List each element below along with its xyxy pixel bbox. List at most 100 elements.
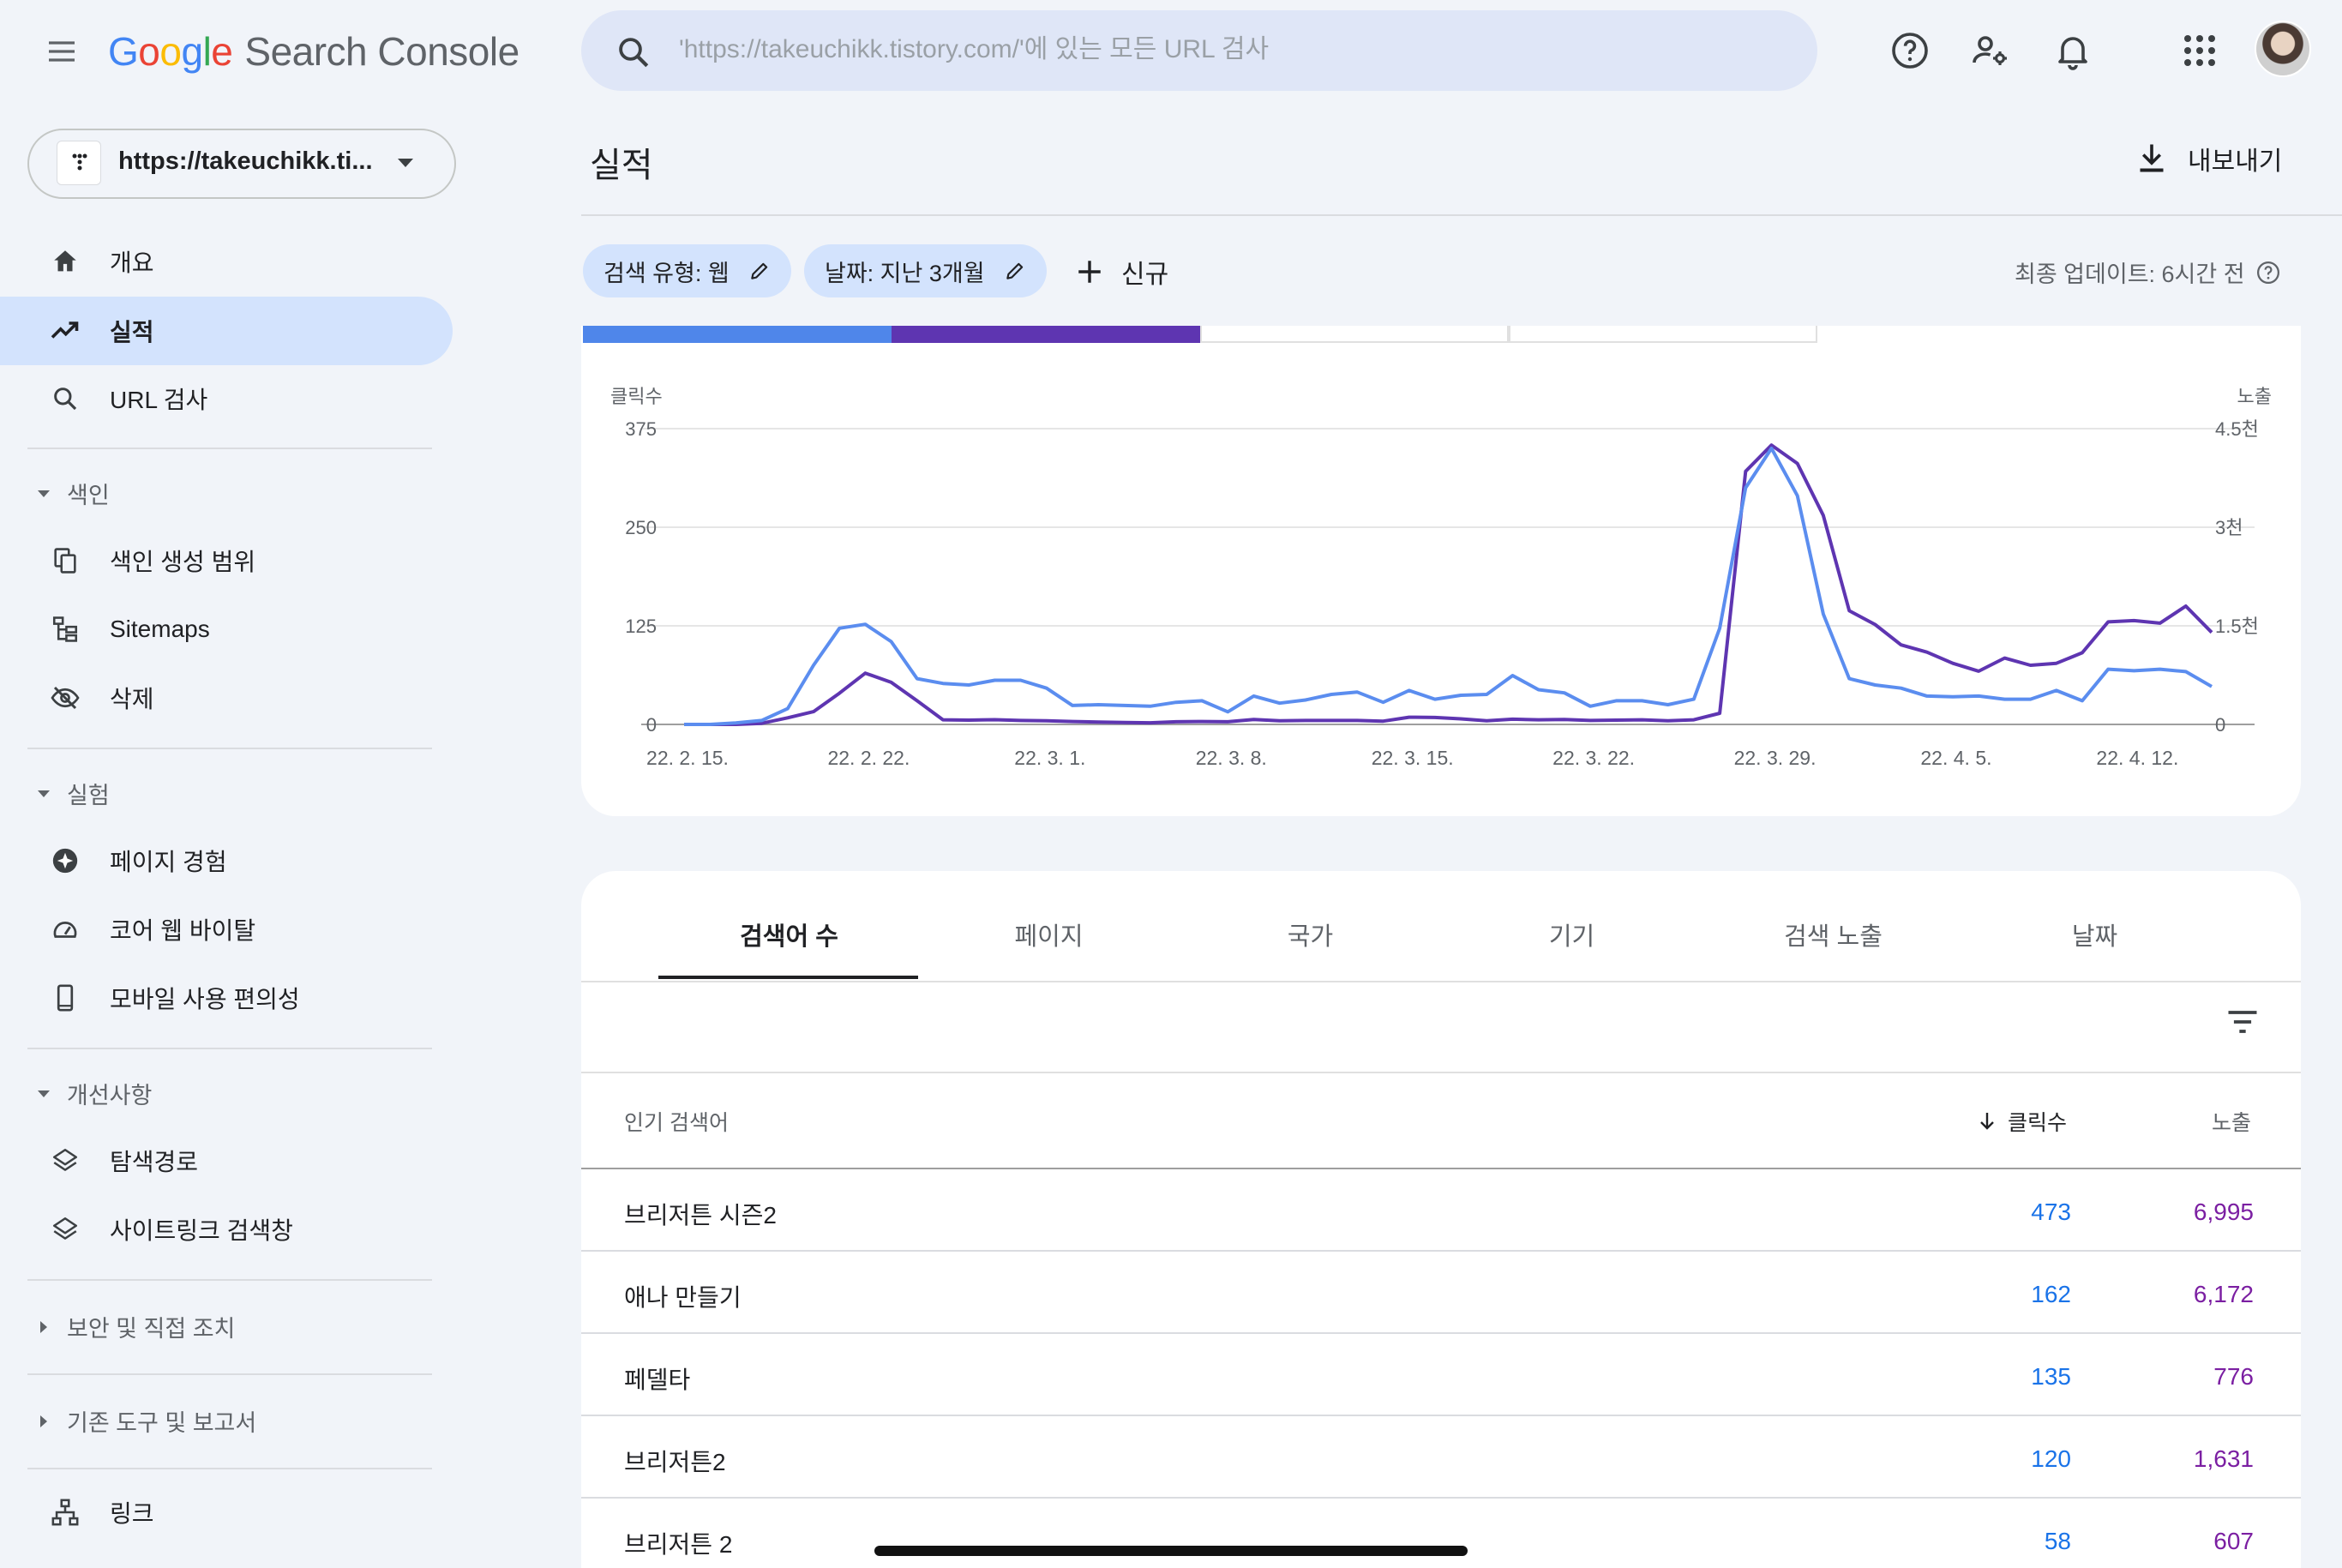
tab-devices[interactable]: 기기 bbox=[1441, 892, 1702, 977]
x-tick-label: 22. 3. 1. bbox=[1014, 747, 1085, 769]
sidebar-item-breadcrumbs[interactable]: 탐색경로 bbox=[0, 1126, 453, 1195]
section-label: 실험 bbox=[67, 783, 110, 808]
caret-right-icon bbox=[34, 1412, 53, 1431]
sidebar-section-enhancements[interactable]: 개선사항 bbox=[34, 1077, 152, 1110]
chevron-down-icon[interactable] bbox=[394, 154, 417, 171]
sidebar-item-removals[interactable]: 삭제 bbox=[0, 664, 453, 732]
plus-icon bbox=[1078, 261, 1101, 283]
export-button[interactable]: 내보내기 bbox=[2136, 137, 2282, 180]
table-row[interactable]: 브리저튼2 120 1,631 bbox=[581, 1416, 2301, 1499]
sidebar-section-legacy[interactable]: 기존 도구 및 보고서 bbox=[34, 1404, 256, 1438]
tabs-divider bbox=[581, 981, 2301, 982]
x-tick-label: 22. 3. 15. bbox=[1372, 747, 1454, 769]
notifications-bell-icon[interactable] bbox=[2052, 30, 2093, 71]
sidebar-section-index[interactable]: 색인 bbox=[34, 477, 110, 510]
sidebar-item-coverage[interactable]: 색인 생성 범위 bbox=[0, 526, 453, 595]
account-avatar[interactable] bbox=[2255, 21, 2311, 77]
y-tick-right-label: 4.5천 bbox=[2215, 418, 2259, 440]
x-tick-label: 22. 3. 29. bbox=[1734, 747, 1817, 769]
clicks-series-line bbox=[684, 447, 2213, 726]
layers-icon bbox=[50, 1145, 81, 1176]
column-header-impressions[interactable]: 노출 bbox=[2212, 1106, 2251, 1137]
help-icon[interactable] bbox=[2255, 260, 2281, 285]
tab-pages[interactable]: 페이지 bbox=[918, 892, 1180, 977]
sidebar-section-experience[interactable]: 실험 bbox=[34, 777, 110, 810]
impressions-series-line bbox=[684, 443, 2213, 726]
sidebar-item-sitelinks-searchbox[interactable]: 사이트링크 검색창 bbox=[0, 1195, 453, 1264]
filter-divider bbox=[581, 1072, 2301, 1073]
sidebar-section-security[interactable]: 보안 및 직접 조치 bbox=[34, 1310, 235, 1343]
manage-users-icon[interactable] bbox=[1970, 30, 2011, 71]
sidebar-divider bbox=[27, 748, 432, 749]
sidebar-divider bbox=[27, 1048, 432, 1049]
table-row[interactable]: 애나 만들기 162 6,172 bbox=[581, 1252, 2301, 1334]
sidebar-item-performance[interactable]: 실적 bbox=[0, 297, 453, 365]
main-menu-button[interactable] bbox=[45, 34, 79, 69]
x-tick-label: 22. 2. 22. bbox=[827, 747, 910, 769]
filter-chip-search-type[interactable]: 검색 유형: 웹 bbox=[583, 244, 791, 297]
tab-search-appearance[interactable]: 검색 노출 bbox=[1702, 892, 1964, 977]
sidebar-divider bbox=[27, 448, 432, 449]
sidebar-item-label: 개요 bbox=[110, 249, 154, 276]
help-icon[interactable] bbox=[1889, 30, 1931, 71]
tab-countries[interactable]: 국가 bbox=[1180, 892, 1441, 977]
y-tick-label: 125 bbox=[625, 616, 657, 637]
column-header-query[interactable]: 인기 검색어 bbox=[624, 1106, 729, 1137]
impressions-cell: 6,172 bbox=[2193, 1281, 2254, 1307]
query-cell: 페델타 bbox=[624, 1367, 691, 1393]
clicks-cell: 473 bbox=[2031, 1199, 2071, 1225]
property-url: https://takeuchikk.ti... bbox=[118, 147, 373, 175]
x-axis-ticks: 22. 2. 15. 22. 2. 22. 22. 3. 1. 22. 3. 8. 22… bbox=[646, 747, 2178, 769]
sidebar-item-label: URL 검사 bbox=[110, 387, 208, 413]
metric-card-impressions-strip[interactable] bbox=[892, 326, 1200, 343]
table-row[interactable]: 브리저튼 시즌2 473 6,995 bbox=[581, 1169, 2301, 1252]
y-tick-label: 0 bbox=[646, 714, 657, 736]
metric-card-clicks-strip[interactable] bbox=[583, 326, 892, 343]
sidebar-item-sitemaps[interactable]: Sitemaps bbox=[0, 595, 453, 664]
mobile-icon bbox=[50, 982, 81, 1013]
export-label: 내보내기 bbox=[2188, 147, 2283, 176]
impressions-cell: 6,995 bbox=[2193, 1199, 2254, 1225]
sidebar-divider bbox=[27, 1373, 432, 1375]
sidebar-item-url-inspection[interactable]: URL 검사 bbox=[0, 364, 453, 433]
sidebar-item-page-experience[interactable]: 페이지 경험 bbox=[0, 826, 453, 895]
impressions-cell: 776 bbox=[2213, 1363, 2254, 1390]
column-header-clicks[interactable]: 클릭수 bbox=[1977, 1106, 2067, 1137]
filter-chip-date[interactable]: 날짜: 지난 3개월 bbox=[804, 244, 1047, 297]
sidebar-item-mobile-usability[interactable]: 모바일 사용 편의성 bbox=[0, 964, 453, 1032]
sidebar-item-core-web-vitals[interactable]: 코어 웹 바이탈 bbox=[0, 895, 453, 964]
sidebar-item-overview[interactable]: 개요 bbox=[0, 227, 453, 296]
edit-pencil-icon bbox=[750, 262, 767, 279]
x-tick-label: 22. 4. 5. bbox=[1920, 747, 1991, 769]
header-divider bbox=[581, 214, 2342, 216]
sidebar-item-links[interactable]: 링크 bbox=[0, 1478, 453, 1547]
new-filter-button[interactable]: 신규 bbox=[1075, 249, 1168, 295]
caret-down-icon bbox=[34, 484, 53, 503]
page-title: 실적 bbox=[590, 147, 653, 184]
app-logo[interactable]: Google Search Console bbox=[108, 26, 519, 77]
section-label: 기존 도구 및 보고서 bbox=[67, 1410, 257, 1436]
performance-line-chart[interactable]: 클릭수 노출 375 250 125 0 4.5천 3천 1.5천 0 22. 2. 15.… bbox=[581, 369, 2301, 780]
last-updated-text: 최종 업데이트: 6시간 전 bbox=[2015, 261, 2245, 287]
y-tick-label: 375 bbox=[625, 418, 657, 440]
filter-list-icon[interactable] bbox=[2224, 1003, 2261, 1041]
y-axis-right-ticks: 4.5천 3천 1.5천 0 bbox=[2215, 418, 2259, 736]
speed-icon bbox=[50, 914, 81, 945]
apps-grid-icon[interactable] bbox=[2179, 30, 2220, 71]
metric-card-position-strip[interactable] bbox=[1509, 326, 1817, 343]
metric-card-ctr-strip[interactable] bbox=[1200, 326, 1509, 343]
page-experience-icon bbox=[50, 845, 81, 876]
tab-dates[interactable]: 날짜 bbox=[1964, 892, 2225, 977]
pages-icon bbox=[50, 545, 81, 576]
chip-label: 날짜: 지난 3개월 bbox=[825, 260, 985, 286]
table-row[interactable]: 브리저튼 2 58 607 bbox=[581, 1499, 2301, 1568]
table-row[interactable]: 페델타 135 776 bbox=[581, 1334, 2301, 1416]
search-input[interactable] bbox=[679, 26, 1708, 74]
search-icon[interactable] bbox=[616, 34, 652, 70]
section-label: 색인 bbox=[67, 483, 110, 508]
sidebar-item-label: 실적 bbox=[110, 319, 154, 345]
sidebar-item-label: 모바일 사용 편의성 bbox=[110, 986, 300, 1012]
tab-queries[interactable]: 검색어 수 bbox=[658, 892, 920, 977]
search-icon bbox=[50, 383, 81, 414]
home-icon bbox=[50, 246, 81, 277]
